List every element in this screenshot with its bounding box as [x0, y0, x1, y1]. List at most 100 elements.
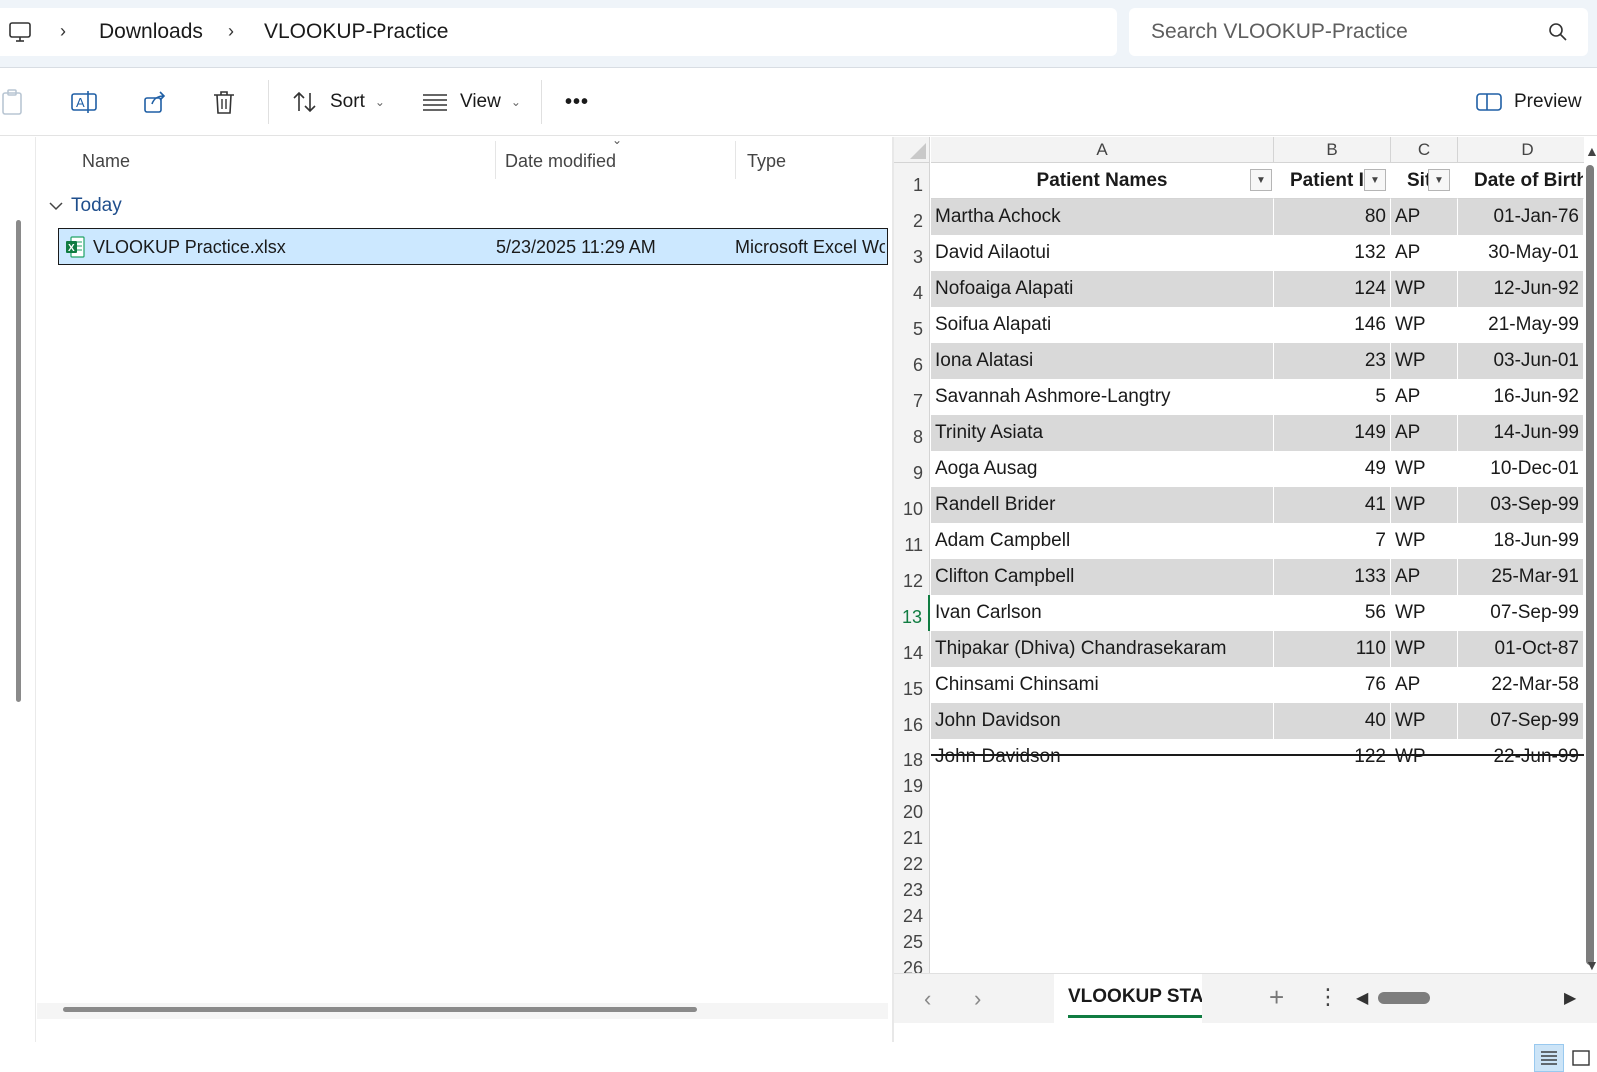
- delete-button[interactable]: [212, 82, 236, 122]
- filter-dropdown-icon[interactable]: ▼: [1250, 169, 1272, 191]
- table-cell[interactable]: 5: [1274, 379, 1391, 415]
- details-view-button[interactable]: [1534, 1044, 1564, 1072]
- table-cell[interactable]: 30-May-01: [1458, 235, 1584, 271]
- table-cell[interactable]: 76: [1274, 667, 1391, 703]
- table-cell[interactable]: 49: [1274, 451, 1391, 487]
- table-cell[interactable]: 07-Sep-99: [1458, 703, 1584, 739]
- row-header[interactable]: 19: [894, 771, 930, 797]
- row-header[interactable]: 23: [894, 875, 930, 901]
- row-header[interactable]: 7: [894, 379, 930, 415]
- column-letter-c[interactable]: C: [1391, 137, 1458, 163]
- sort-button[interactable]: Sort ⌄: [292, 82, 385, 122]
- next-sheet-icon[interactable]: ›: [974, 986, 981, 1012]
- table-cell[interactable]: Adam Campbell: [931, 523, 1274, 559]
- table-cell[interactable]: 25-Mar-91: [1458, 559, 1584, 595]
- table-cell[interactable]: 56: [1274, 595, 1391, 631]
- select-all-corner[interactable]: [894, 137, 930, 163]
- table-cell[interactable]: 124: [1274, 271, 1391, 307]
- row-header[interactable]: 20: [894, 797, 930, 823]
- sheet-tab[interactable]: VLOOKUP STA: [1054, 974, 1202, 1024]
- table-cell[interactable]: Iona Alatasi: [931, 343, 1274, 379]
- table-cell[interactable]: 7: [1274, 523, 1391, 559]
- table-cell[interactable]: 110: [1274, 631, 1391, 667]
- navigation-pane[interactable]: [0, 137, 36, 1042]
- add-sheet-icon[interactable]: +: [1269, 982, 1284, 1013]
- horizontal-scrollbar-thumb[interactable]: [63, 1007, 697, 1012]
- column-header-type[interactable]: Type: [747, 151, 786, 172]
- row-header[interactable]: 15: [894, 667, 930, 703]
- table-cell[interactable]: WP: [1391, 307, 1458, 343]
- row-header[interactable]: 6: [894, 343, 930, 379]
- file-row[interactable]: X VLOOKUP Practice.xlsx 5/23/2025 11:29 …: [58, 228, 888, 265]
- table-cell[interactable]: John Davidson: [931, 739, 1274, 775]
- table-cell[interactable]: 03-Jun-01: [1458, 343, 1584, 379]
- preview-pane-button[interactable]: Preview: [1476, 82, 1582, 122]
- table-cell[interactable]: AP: [1391, 415, 1458, 451]
- chevron-right-icon[interactable]: ›: [228, 21, 242, 43]
- table-cell[interactable]: Clifton Campbell: [931, 559, 1274, 595]
- spreadsheet-grid[interactable]: A B C D 12345678910111213141516171819202…: [894, 137, 1584, 992]
- scroll-down-icon[interactable]: ▼: [1585, 957, 1597, 973]
- table-cell[interactable]: Soifua Alapati: [931, 307, 1274, 343]
- chevron-right-icon[interactable]: ›: [60, 21, 74, 43]
- table-cell[interactable]: David Ailaotui: [931, 235, 1274, 271]
- table-cell[interactable]: 22-Jun-99: [1458, 739, 1584, 775]
- previous-sheet-icon[interactable]: ‹: [924, 986, 931, 1012]
- table-header-cell[interactable]: Patient Names: [931, 163, 1274, 199]
- row-header[interactable]: 1: [894, 163, 930, 199]
- breadcrumb-vlookup-practice[interactable]: VLOOKUP-Practice: [264, 20, 448, 44]
- table-cell[interactable]: 41: [1274, 487, 1391, 523]
- table-cell[interactable]: 18-Jun-99: [1458, 523, 1584, 559]
- table-cell[interactable]: Ivan Carlson: [931, 595, 1274, 631]
- table-cell[interactable]: 132: [1274, 235, 1391, 271]
- row-header[interactable]: 13: [894, 595, 930, 631]
- table-cell[interactable]: Aoga Ausag: [931, 451, 1274, 487]
- table-cell[interactable]: Martha Achock: [931, 199, 1274, 235]
- table-cell[interactable]: WP: [1391, 595, 1458, 631]
- table-cell[interactable]: Trinity Asiata: [931, 415, 1274, 451]
- more-options-button[interactable]: •••: [565, 82, 589, 122]
- table-cell[interactable]: 80: [1274, 199, 1391, 235]
- table-cell[interactable]: 01-Jan-76: [1458, 199, 1584, 235]
- row-header[interactable]: 24: [894, 901, 930, 927]
- row-header[interactable]: 5: [894, 307, 930, 343]
- table-cell[interactable]: AP: [1391, 235, 1458, 271]
- table-cell[interactable]: 01-Oct-87: [1458, 631, 1584, 667]
- table-cell[interactable]: 21-May-99: [1458, 307, 1584, 343]
- vertical-scrollbar[interactable]: ▲ ▼: [1584, 137, 1597, 992]
- table-cell[interactable]: 133: [1274, 559, 1391, 595]
- paste-button[interactable]: [0, 82, 26, 122]
- row-header[interactable]: 9: [894, 451, 930, 487]
- row-header[interactable]: 18: [894, 745, 930, 771]
- scroll-right-icon[interactable]: ▶: [1564, 988, 1576, 1008]
- row-header[interactable]: 12: [894, 559, 930, 595]
- table-cell[interactable]: AP: [1391, 559, 1458, 595]
- share-button[interactable]: [142, 82, 168, 122]
- navigation-scrollbar[interactable]: [16, 220, 21, 702]
- table-cell[interactable]: Savannah Ashmore-Langtry: [931, 379, 1274, 415]
- row-header[interactable]: 2: [894, 199, 930, 235]
- table-cell[interactable]: WP: [1391, 631, 1458, 667]
- filter-dropdown-icon[interactable]: ▼: [1428, 169, 1450, 191]
- table-cell[interactable]: 40: [1274, 703, 1391, 739]
- table-cell[interactable]: AP: [1391, 379, 1458, 415]
- table-cell[interactable]: 14-Jun-99: [1458, 415, 1584, 451]
- table-cell[interactable]: 22-Mar-58: [1458, 667, 1584, 703]
- vertical-scrollbar-thumb[interactable]: [1586, 165, 1594, 965]
- column-header-date-modified[interactable]: Date modified: [505, 151, 616, 172]
- column-header-name[interactable]: Name: [82, 151, 130, 172]
- table-cell[interactable]: Nofoaiga Alapati: [931, 271, 1274, 307]
- table-cell[interactable]: WP: [1391, 523, 1458, 559]
- sheet-menu-icon[interactable]: ⋮: [1317, 984, 1339, 1010]
- table-cell[interactable]: 03-Sep-99: [1458, 487, 1584, 523]
- table-cell[interactable]: WP: [1391, 343, 1458, 379]
- table-cell[interactable]: 146: [1274, 307, 1391, 343]
- tiles-view-button[interactable]: [1566, 1044, 1596, 1072]
- column-divider[interactable]: [735, 141, 736, 179]
- view-button[interactable]: View ⌄: [422, 82, 521, 122]
- row-header[interactable]: 3: [894, 235, 930, 271]
- column-letter-a[interactable]: A: [931, 137, 1274, 163]
- column-divider[interactable]: [495, 141, 496, 179]
- scroll-left-icon[interactable]: ◀: [1356, 988, 1368, 1008]
- table-cell[interactable]: WP: [1391, 739, 1458, 775]
